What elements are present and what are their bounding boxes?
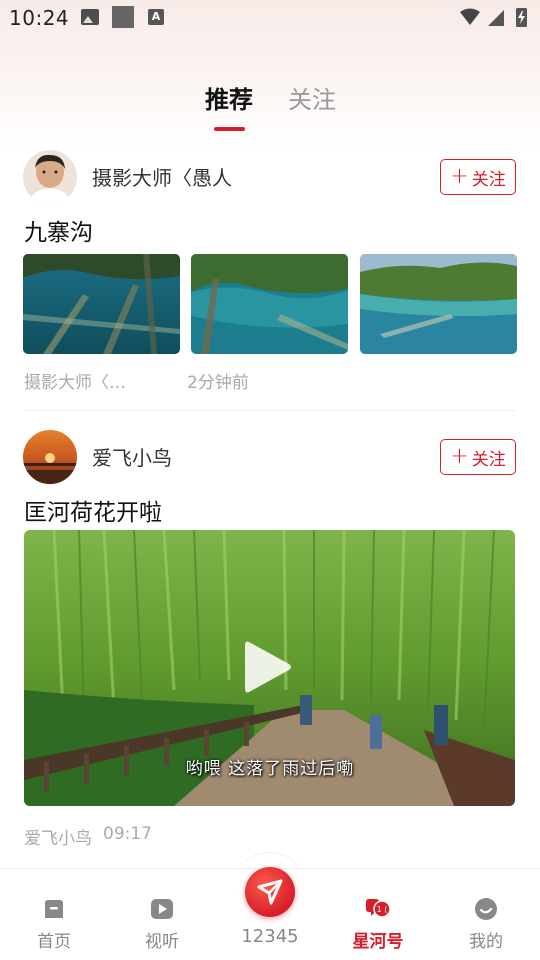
follow-button[interactable]: + 关注: [440, 439, 516, 475]
nav-label: 视听: [145, 932, 179, 952]
nav-center-button[interactable]: [245, 867, 295, 917]
nav-label-12345[interactable]: 12345: [216, 926, 324, 947]
plus-icon: +: [450, 164, 469, 189]
nav-item-profile[interactable]: 我的: [432, 869, 540, 960]
chat-bubble-icon: 1 (: [366, 899, 391, 918]
profile-icon: [475, 898, 497, 920]
post-divider: [24, 410, 516, 411]
follow-button[interactable]: + 关注: [440, 159, 516, 195]
home-icon: [45, 900, 63, 918]
wifi-icon: [460, 8, 480, 25]
post-image[interactable]: [23, 254, 180, 354]
post-author-name[interactable]: 爱飞小鸟: [92, 442, 172, 471]
plus-icon: +: [450, 444, 469, 469]
post-meta-time: 2分钟前: [187, 373, 249, 393]
play-icon[interactable]: [243, 638, 293, 696]
post-title[interactable]: 匡河荷花开啦: [24, 493, 162, 527]
connectivity-icons: [460, 8, 527, 27]
nav-label: 我的: [469, 932, 503, 952]
nav-label: 首页: [37, 932, 71, 952]
follow-button-label: 关注: [471, 169, 506, 190]
post-author-name[interactable]: 摄影大师〈愚人: [92, 162, 232, 191]
tab-recommend[interactable]: 推荐: [205, 80, 253, 115]
nav-item-xinghe[interactable]: 1 ( 星河号: [324, 869, 432, 960]
play-icon: [151, 899, 173, 919]
nav-item-home[interactable]: 首页: [0, 869, 108, 960]
video-subtitle: 哟喂 这落了雨过后嘞: [185, 759, 355, 779]
follow-button-label: 关注: [471, 449, 506, 470]
status-bar: 10:24 A: [0, 0, 540, 38]
nav-item-media[interactable]: 视听: [108, 869, 216, 960]
tab-following[interactable]: 关注: [288, 80, 336, 115]
post-title[interactable]: 九寨沟: [24, 213, 93, 247]
svg-text:1 (: 1 (: [377, 905, 388, 914]
tab-active-indicator: [214, 127, 245, 131]
post-meta-author: 摄影大师〈…: [24, 373, 126, 393]
font-notification-icon: A: [148, 9, 164, 25]
paper-plane-icon: [257, 879, 283, 905]
status-time: 10:24: [9, 6, 70, 30]
author-avatar[interactable]: [23, 430, 77, 484]
post-image[interactable]: [191, 254, 348, 354]
nav-label: 星河号: [352, 932, 404, 952]
post-meta-time: 09:17: [103, 824, 152, 844]
signal-icon: [488, 10, 504, 26]
post-meta-author: 爱飞小鸟: [24, 829, 92, 849]
gallery-notification-icon: [81, 9, 99, 25]
author-avatar[interactable]: [23, 150, 77, 204]
post-image[interactable]: [360, 254, 517, 354]
square-notification-icon: [112, 6, 134, 28]
